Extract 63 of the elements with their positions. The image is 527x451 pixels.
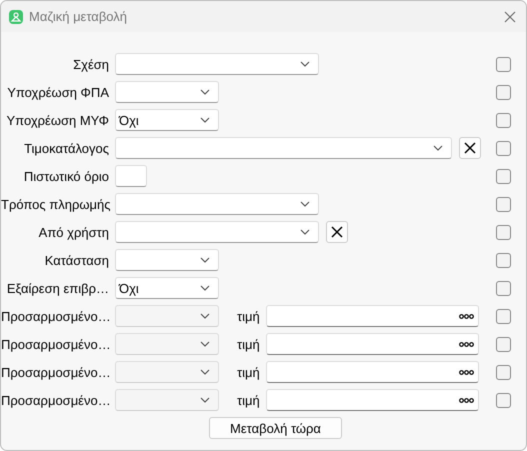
field-label: Κατάσταση — [44, 252, 110, 268]
more-icon[interactable] — [459, 314, 474, 318]
dropdown[interactable]: Όχι — [115, 109, 219, 131]
field-label: Υποχρέωση ΦΠΑ — [6, 84, 110, 100]
chevron-icon — [200, 397, 210, 403]
dropdown[interactable] — [115, 53, 319, 75]
field-label: Πιστωτικό όριο — [22, 168, 110, 184]
chevron-icon — [200, 341, 210, 347]
window-title: Μαζική μεταβολή — [29, 9, 128, 24]
chevron-icon — [200, 313, 210, 319]
apply-button[interactable]: Μεταβολή τώρα — [209, 417, 342, 439]
field-label: Από χρήστη — [38, 224, 110, 240]
clear-button[interactable] — [459, 137, 481, 159]
chevron-icon — [200, 369, 210, 375]
value-label: τιμή — [237, 308, 261, 324]
checkbox[interactable] — [496, 140, 511, 156]
dropdown[interactable]: Όχι — [115, 277, 219, 299]
input-field[interactable] — [266, 389, 479, 411]
field-label: Τιμοκατάλογος — [23, 140, 110, 156]
more-icon[interactable] — [459, 342, 474, 346]
checkbox[interactable] — [496, 168, 511, 184]
field-label: Προσαρμοσμένο… — [1, 308, 112, 324]
more-icon[interactable] — [459, 398, 474, 402]
dropdown[interactable] — [115, 193, 319, 215]
field-label: Προσαρμοσμένο… — [1, 336, 112, 352]
more-icon[interactable] — [459, 370, 474, 374]
dropdown[interactable] — [115, 137, 452, 159]
value-label: τιμή — [237, 336, 261, 352]
close-icon[interactable] — [504, 10, 516, 22]
close-icon — [464, 142, 476, 154]
chevron-icon — [200, 285, 210, 291]
checkbox[interactable] — [496, 224, 511, 240]
chevron-icon — [300, 229, 310, 235]
dropdown[interactable] — [115, 249, 219, 271]
chevron-icon — [200, 257, 210, 263]
clear-button[interactable] — [326, 221, 348, 243]
close-icon — [331, 226, 343, 238]
field-label: Προσαρμοσμένο… — [1, 364, 112, 380]
input-field[interactable] — [266, 333, 479, 355]
checkbox[interactable] — [496, 112, 511, 128]
input-field[interactable] — [115, 165, 147, 187]
chevron-icon — [433, 145, 443, 151]
checkbox[interactable] — [496, 280, 511, 296]
field-label: Εξαίρεση επιβρ… — [6, 280, 110, 296]
input-field[interactable] — [266, 361, 479, 383]
chevron-icon — [200, 117, 210, 123]
checkbox[interactable] — [496, 252, 511, 268]
dropdown[interactable] — [115, 221, 319, 243]
checkbox[interactable] — [496, 84, 511, 100]
checkbox[interactable] — [496, 56, 511, 72]
value-label: τιμή — [237, 392, 261, 408]
field-label: Τρόπος πληρωμής — [1, 196, 112, 212]
app-icon — [9, 10, 23, 24]
input-field[interactable] — [266, 305, 479, 327]
checkbox[interactable] — [496, 196, 511, 212]
chevron-icon — [300, 61, 310, 67]
value-label: τιμή — [237, 364, 261, 380]
dropdown[interactable] — [115, 81, 219, 103]
field-label: Σχέση — [72, 56, 110, 72]
chevron-icon — [300, 201, 310, 207]
field-label: Προσαρμοσμένο… — [1, 392, 112, 408]
chevron-icon — [200, 89, 210, 95]
field-label: Υποχρέωση ΜΥΦ — [5, 112, 110, 128]
